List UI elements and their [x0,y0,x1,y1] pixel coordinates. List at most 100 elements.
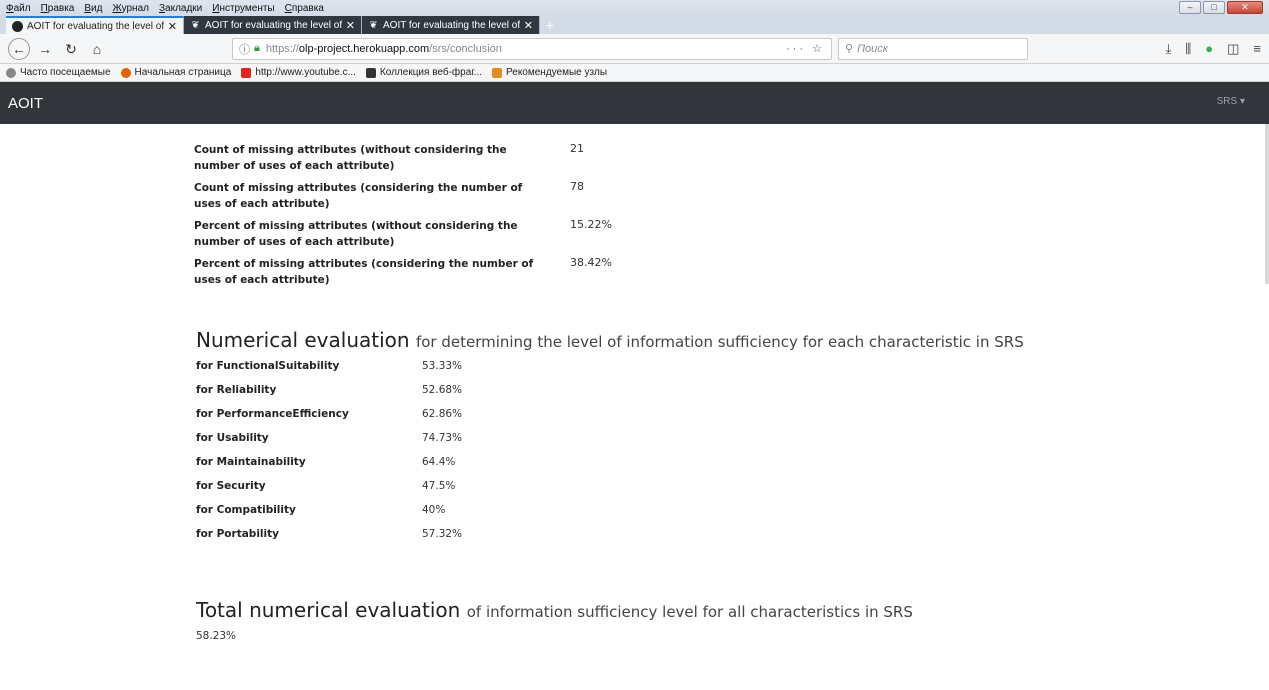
bookmark-label: http://www.youtube.c... [255,67,356,78]
characteristic-value: 40% [422,504,446,516]
tab-title: AOIT for evaluating the level of [383,19,520,31]
url-prefix: https:// [265,42,299,55]
missing-row: Count of missing attributes (without con… [194,142,614,174]
characteristic-value: 64.4% [422,456,456,468]
back-icon[interactable]: ← [8,37,30,60]
menu-history[interactable]: Журнал [112,3,149,14]
total-value: 58.23% [196,630,237,642]
characteristic-row: for Reliability 52.68% [196,384,496,404]
search-icon: ⚲ [845,43,854,55]
bookmark-item[interactable]: Часто посещаемые [6,67,111,78]
characteristic-label: for Usability [196,432,269,444]
close-tab-icon[interactable]: ✕ [346,19,355,32]
firefox-icon [120,67,131,78]
menu-edit[interactable]: Правка [41,3,75,14]
tab-title: AOIT for evaluating the level of [27,20,164,32]
menu-file[interactable]: Файл [6,3,31,14]
browser-chrome: Файл Правка Вид Журнал Закладки Инструме… [0,0,1269,82]
total-heading: Total numerical evaluation of informatio… [196,598,913,622]
missing-row: Count of missing attributes (considering… [194,180,614,212]
missing-row: Percent of missing attributes (consideri… [194,256,614,288]
srs-dropdown[interactable]: SRS ▾ [1217,96,1245,107]
menu-tools[interactable]: Инструменты [212,3,274,14]
characteristic-value: 57.32% [422,528,463,540]
missing-value: 78 [570,180,584,193]
missing-label: Percent of missing attributes (without c… [194,220,518,248]
site-favicon-icon [12,20,23,32]
search-placeholder: Поиск [857,42,888,55]
page-actions-icon[interactable]: ··· ☆ [786,42,825,55]
tab-1[interactable]: AOIT for evaluating the level of ✕ [6,16,184,34]
bookmark-item[interactable]: Коллекция веб-фраг... [365,67,483,78]
menu-help[interactable]: Справка [285,3,324,14]
leaf-favicon-icon: ❦ [191,19,200,31]
lock-icon: 🔒︎ [254,42,260,54]
library-icon[interactable]: ⫼ [1185,41,1191,57]
total-heading-title: Total numerical evaluation [196,598,461,622]
tab-title: AOIT for evaluating the level of [205,19,342,31]
search-bar[interactable]: ⚲ Поиск [838,37,1028,60]
characteristic-row: for Compatibility 40% [196,504,496,524]
characteristic-label: for Compatibility [196,504,296,516]
numerical-heading-sub: for determining the level of information… [415,333,1024,351]
menu-icon[interactable]: ≡ [1253,41,1261,57]
characteristic-value: 74.73% [422,432,463,444]
bookmark-label: Часто посещаемые [20,67,111,78]
missing-value: 15.22% [570,218,612,231]
characteristic-value: 53.33% [422,360,463,372]
close-tab-icon[interactable]: ✕ [168,20,177,33]
browser-menubar: Файл Правка Вид Журнал Закладки Инструме… [0,0,1269,16]
total-heading-sub: of information sufficiency level for all… [466,603,913,621]
brand-link[interactable]: AOIT [8,95,43,112]
info-icon[interactable]: ⓘ [239,41,250,57]
sidebar-icon[interactable]: ◫ [1227,41,1239,57]
maximize-button[interactable]: □ [1203,1,1225,14]
bookmark-item[interactable]: Рекомендуемые узлы [492,67,607,78]
reload-icon[interactable]: ↻ [60,38,82,60]
new-tab-icon[interactable]: + [540,16,560,34]
menu-bookmarks[interactable]: Закладки [159,3,202,14]
app-navbar: AOIT SRS ▾ [0,82,1269,124]
close-tab-icon[interactable]: ✕ [524,19,533,32]
tab-3[interactable]: ❦ AOIT for evaluating the level of ✕ [362,16,540,34]
toolbar-icons: ⤓ ⫼ ● ◫ ≡ [1166,41,1261,57]
missing-row: Percent of missing attributes (without c… [194,218,614,250]
characteristic-label: for Maintainability [196,456,306,468]
characteristic-row: for Maintainability 64.4% [196,456,496,476]
bookmark-item[interactable]: http://www.youtube.c... [241,67,356,78]
missing-label: Percent of missing attributes (consideri… [194,258,534,286]
extension-icon[interactable]: ● [1205,41,1213,57]
address-bar[interactable]: ⓘ 🔒︎ https:// olp-project.herokuapp.com … [232,37,832,60]
page-content: Count of missing attributes (without con… [0,124,1269,656]
menu-view[interactable]: Вид [84,3,102,14]
minimize-button[interactable]: – [1179,1,1201,14]
bookmark-item[interactable]: Начальная страница [120,67,232,78]
characteristic-label: for Portability [196,528,279,540]
bookmark-label: Начальная страница [134,67,232,78]
characteristic-label: for FunctionalSuitability [196,360,340,372]
missing-value: 21 [570,142,584,155]
characteristic-row: for Usability 74.73% [196,432,496,452]
home-icon[interactable]: ⌂ [86,38,108,60]
missing-label: Count of missing attributes (considering… [194,182,523,210]
download-icon[interactable]: ⤓ [1166,41,1172,57]
characteristic-row: for Security 47.5% [196,480,496,500]
close-window-button[interactable]: ✕ [1227,1,1263,14]
url-host: olp-project.herokuapp.com [298,42,430,55]
leaf-favicon-icon: ❦ [369,19,378,31]
tab-2[interactable]: ❦ AOIT for evaluating the level of ✕ [184,16,362,34]
characteristic-value: 52.68% [422,384,463,396]
forward-icon[interactable]: → [34,38,56,60]
tab-strip: AOIT for evaluating the level of ✕ ❦ AOI… [0,16,1269,34]
window-controls: – □ ✕ [1179,1,1263,14]
missing-label: Count of missing attributes (without con… [194,144,507,172]
bookmark-label: Коллекция веб-фраг... [379,67,483,78]
numerical-heading-title: Numerical evaluation [196,328,410,352]
scrollbar[interactable] [1265,124,1269,284]
youtube-icon [241,67,252,78]
recommended-icon [492,67,503,78]
characteristic-row: for FunctionalSuitability 53.33% [196,360,496,380]
missing-value: 38.42% [570,256,612,269]
gear-icon [6,67,16,78]
bookmarks-bar: Часто посещаемые Начальная страница http… [0,64,1269,82]
